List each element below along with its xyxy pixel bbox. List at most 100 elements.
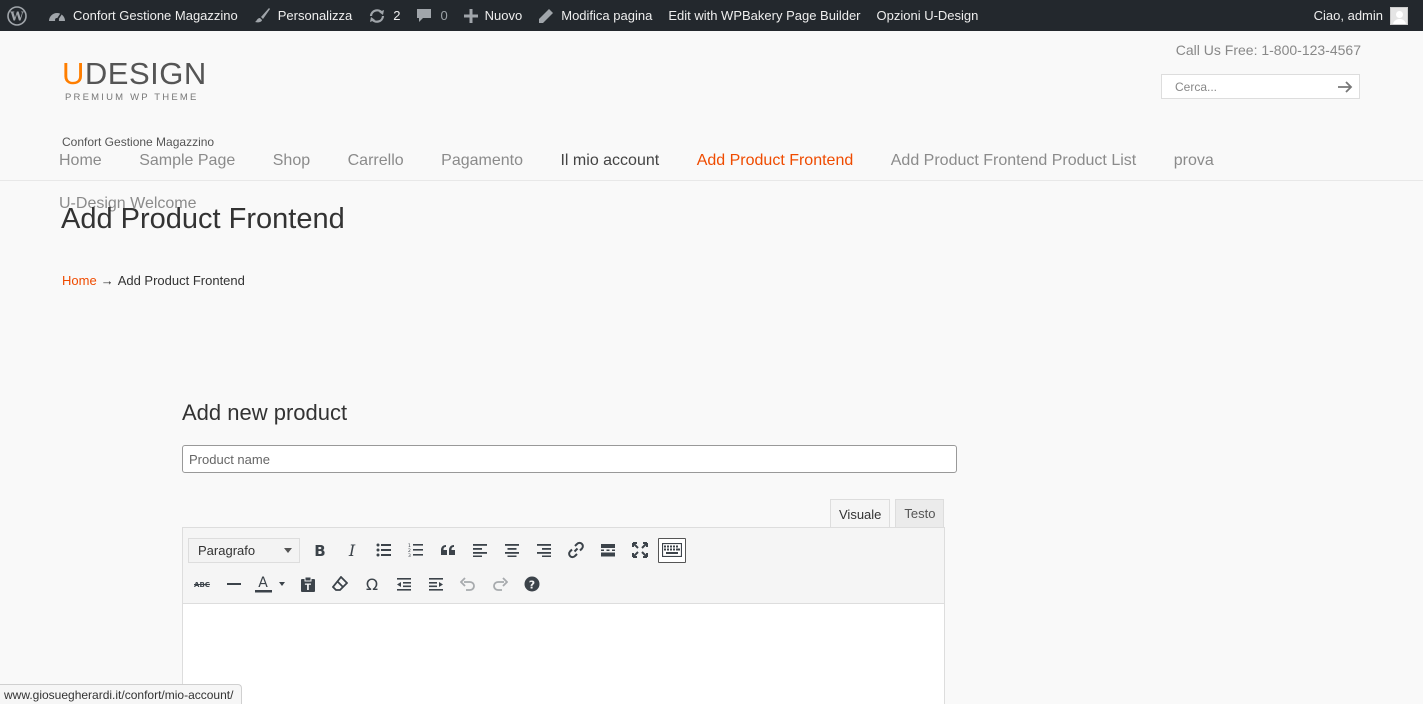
breadcrumb-home-link[interactable]: Home: [62, 273, 97, 288]
align-center-button[interactable]: [498, 536, 526, 564]
nav-item-carrello[interactable]: Carrello: [348, 152, 404, 170]
svg-text:3: 3: [408, 553, 411, 557]
svg-text:A: A: [258, 575, 268, 591]
horizontal-line-icon: [227, 583, 241, 585]
strikethrough-button[interactable]: ABC: [188, 570, 216, 598]
link-icon: [568, 541, 584, 559]
pencil-icon: [539, 8, 554, 23]
site-logo[interactable]: UDESIGN PREMIUM WP THEME: [62, 58, 207, 103]
plus-icon: [463, 8, 478, 23]
svg-text:B: B: [314, 542, 325, 558]
chevron-down-icon: [284, 547, 292, 553]
italic-button[interactable]: I: [338, 536, 366, 564]
format-select-value: Paragrafo: [198, 542, 256, 558]
nav-item-sample-page[interactable]: Sample Page: [139, 152, 235, 170]
nav-item-home[interactable]: Home: [59, 152, 102, 170]
breadcrumb-separator: →: [100, 273, 114, 288]
italic-icon: I: [348, 542, 356, 558]
nav-item-shop[interactable]: Shop: [273, 152, 310, 170]
avatar: [1390, 6, 1408, 25]
redo-icon: [493, 577, 508, 591]
updates-menu[interactable]: 2: [360, 0, 408, 31]
outdent-button[interactable]: [390, 570, 418, 598]
site-name-menu[interactable]: Confort Gestione Magazzino: [40, 0, 246, 31]
new-content-menu[interactable]: Nuovo: [456, 0, 531, 31]
form-title: Add new product: [182, 400, 348, 425]
admin-bar: W Confort Gestione Magazzino Personalizz…: [0, 0, 1423, 31]
bulleted-list-icon: [376, 543, 391, 557]
fullscreen-icon: [632, 542, 648, 558]
horizontal-line-button[interactable]: [220, 570, 248, 598]
updates-icon: [370, 8, 385, 23]
format-select[interactable]: Paragrafo: [188, 537, 300, 563]
keyboard-shortcuts-button[interactable]: ?: [518, 570, 546, 598]
new-label: Nuovo: [484, 8, 523, 23]
nav-item-pagamento[interactable]: Pagamento: [441, 152, 523, 170]
comment-icon: [417, 8, 432, 22]
redo-button[interactable]: [486, 570, 514, 598]
site-name: Confort Gestione Magazzino: [73, 8, 238, 23]
paintbrush-icon: [254, 8, 270, 23]
account-greeting: Ciao, admin: [1313, 8, 1383, 23]
nav-item-prova[interactable]: prova: [1174, 152, 1214, 170]
bold-icon: B: [314, 542, 325, 558]
undo-button[interactable]: [454, 570, 482, 598]
nav-item-add-product-frontend[interactable]: Add Product Frontend: [697, 152, 854, 170]
nav-item-il-mio-account[interactable]: Il mio account: [560, 152, 659, 170]
numbered-list-icon: 123: [408, 543, 423, 557]
site-header: UDESIGN PREMIUM WP THEME Call Us Free: 1…: [0, 31, 1423, 181]
wpbakery-label: Edit with WPBakery Page Builder: [668, 8, 861, 23]
fullscreen-button[interactable]: [626, 536, 654, 564]
edit-page-menu[interactable]: Modifica pagina: [530, 0, 660, 31]
product-name-input[interactable]: [182, 445, 957, 473]
align-left-button[interactable]: [466, 536, 494, 564]
svg-text:I: I: [348, 542, 356, 558]
text-color-button[interactable]: A: [252, 570, 290, 598]
keyboard-icon: [662, 543, 682, 557]
nav-item-add-product-frontend-list[interactable]: Add Product Frontend Product List: [891, 152, 1136, 170]
comments-menu[interactable]: 0: [408, 0, 455, 31]
browser-status-url: www.giosuegherardi.it/confort/mio-accoun…: [0, 684, 243, 704]
editor-toolbar: Paragrafo B I 123 A T Ω ?: [183, 528, 944, 604]
indent-icon: [429, 578, 443, 591]
indent-button[interactable]: [422, 570, 450, 598]
toolbar-toggle-button[interactable]: [658, 537, 686, 563]
paste-as-text-button[interactable]: T: [294, 570, 322, 598]
tab-visual[interactable]: Visuale: [830, 499, 891, 528]
clear-formatting-button[interactable]: [326, 570, 354, 598]
udesign-options-label: Opzioni U-Design: [876, 8, 979, 23]
read-more-button[interactable]: [594, 536, 622, 564]
svg-text:W: W: [9, 9, 24, 23]
svg-text:T: T: [305, 583, 312, 593]
dashboard-icon: [49, 12, 65, 22]
search-input[interactable]: [1162, 75, 1331, 98]
numbered-list-button[interactable]: 123: [402, 536, 430, 564]
blockquote-button[interactable]: [434, 536, 462, 564]
bold-button[interactable]: B: [306, 536, 334, 564]
eraser-icon: [332, 576, 348, 591]
wordpress-logo-menu[interactable]: W: [0, 0, 40, 31]
quote-icon: [441, 545, 455, 555]
special-character-button[interactable]: Ω: [358, 570, 386, 598]
align-right-icon: [537, 544, 551, 557]
site-tagline: Confort Gestione Magazzino: [62, 135, 215, 149]
tab-text[interactable]: Testo: [895, 499, 945, 527]
insert-link-button[interactable]: [562, 536, 590, 564]
arrow-right-icon: [1338, 80, 1353, 93]
svg-text:Ω: Ω: [366, 576, 378, 592]
omega-icon: Ω: [366, 576, 378, 592]
search-box: [1161, 74, 1360, 99]
customize-menu[interactable]: Personalizza: [246, 0, 360, 31]
account-menu[interactable]: Ciao, admin: [1314, 0, 1423, 31]
editor-tabs: Visuale Testo: [830, 499, 945, 528]
page-title: Add Product Frontend: [61, 203, 345, 235]
editor-content-area[interactable]: [183, 604, 944, 704]
align-right-button[interactable]: [530, 536, 558, 564]
bulleted-list-button[interactable]: [370, 536, 398, 564]
align-center-icon: [505, 544, 519, 557]
wpbakery-menu[interactable]: Edit with WPBakery Page Builder: [660, 0, 868, 31]
udesign-options-menu[interactable]: Opzioni U-Design: [869, 0, 987, 31]
breadcrumb: Home → Add Product Frontend: [62, 273, 245, 288]
strikethrough-icon: ABC: [194, 581, 210, 589]
search-submit-button[interactable]: [1331, 80, 1359, 93]
